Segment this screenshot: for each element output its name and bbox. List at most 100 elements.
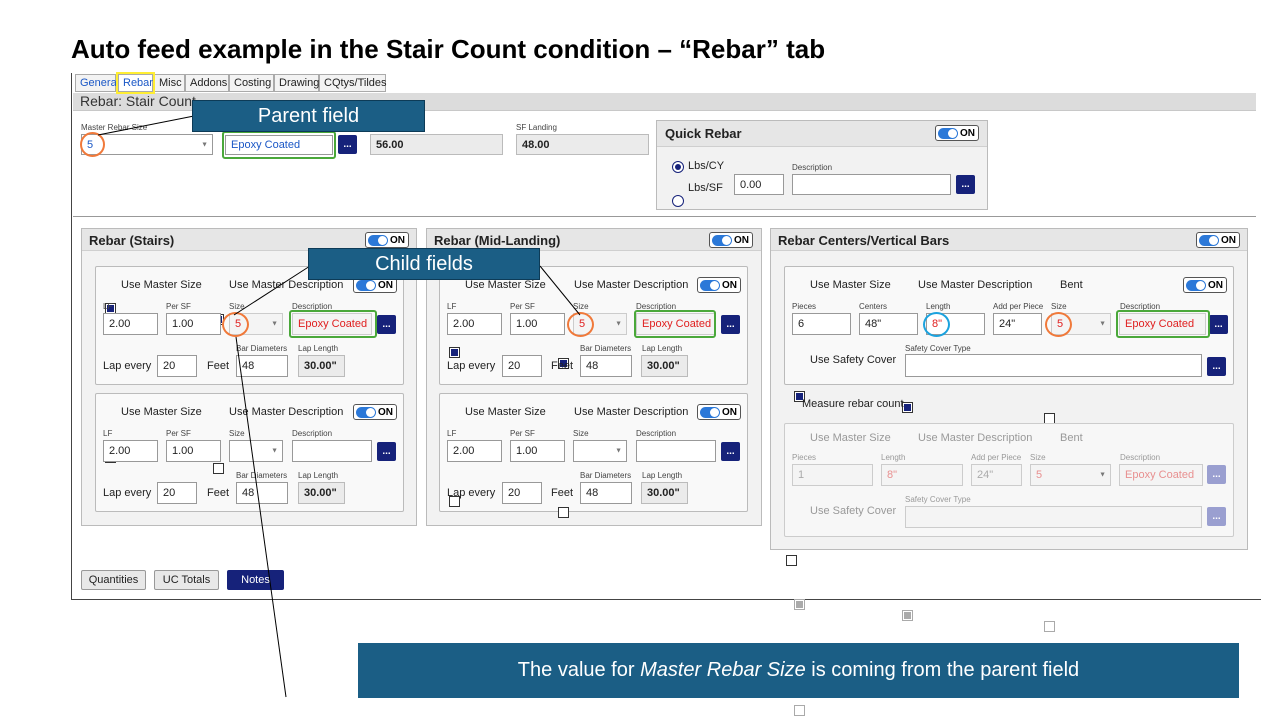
centers-g2-use-safety-cover-label: Use Safety Cover [810, 505, 897, 517]
stairs-g2-lookup-button[interactable]: ... [377, 442, 396, 461]
stairs-g2-use-master-description-checkbox[interactable] [213, 463, 224, 474]
tab-costing[interactable]: Costing [229, 74, 274, 92]
stairs-g1-lf-field[interactable]: 2.00 [103, 313, 158, 335]
rebar-mid-landing-toggle[interactable]: ON [709, 232, 753, 248]
stairs-g1-lookup-button[interactable]: ... [377, 315, 396, 334]
pieces-label: Pieces [792, 453, 817, 462]
stairs-g1-use-master-size-label: Use Master Size [121, 279, 202, 291]
centers-g1-toggle[interactable]: ON [1183, 277, 1227, 293]
lap-every-label: Lap every [447, 487, 496, 499]
stairs-g1-bar-diameters-field[interactable]: 48 [236, 355, 288, 377]
length-label: Length [926, 302, 951, 311]
centers-g1-safety-cover-type-field[interactable] [905, 354, 1202, 377]
quantities-button[interactable]: Quantities [81, 570, 146, 590]
centers-g1-lookup-button[interactable]: ... [1209, 315, 1228, 334]
mid-g1-bar-diameters-field[interactable]: 48 [580, 355, 632, 377]
toggle-switch-icon [700, 406, 720, 418]
centers-g2-add-per-piece-field[interactable]: 24" [971, 464, 1022, 486]
rebar-stairs-toggle[interactable]: ON [365, 232, 409, 248]
centers-g1-bent-label: Bent [1060, 279, 1083, 291]
lbs-sf-radio[interactable] [672, 195, 684, 207]
add-per-piece-label: Add per Piece [971, 453, 1022, 462]
tab-rebar[interactable]: Rebar [116, 72, 155, 94]
uc-totals-button[interactable]: UC Totals [154, 570, 219, 590]
mid-g2-lf-field[interactable]: 2.00 [447, 440, 502, 462]
centers-g2-bent-label: Bent [1060, 432, 1083, 444]
mid-g2-description-field[interactable] [636, 440, 716, 462]
centers-g2-use-master-size-checkbox[interactable] [794, 599, 805, 610]
master-description-lookup-button[interactable]: ... [338, 135, 357, 154]
centers-g1-centers-field[interactable]: 48" [859, 313, 918, 335]
mid-g1-lf-field[interactable]: 2.00 [447, 313, 502, 335]
centers-g2-length-field[interactable]: 8" [881, 464, 963, 486]
centers-g2-lookup-button[interactable]: ... [1207, 465, 1226, 484]
stairs-g2-size-select[interactable]: ▼ [229, 440, 283, 462]
tab-cqtys-tildes[interactable]: CQtys/Tildes [319, 74, 387, 92]
mid-g1-use-master-description-label: Use Master Description [574, 279, 689, 291]
mid-g2-use-master-description-checkbox[interactable] [558, 507, 569, 518]
mid-g2-lookup-button[interactable]: ... [721, 442, 740, 461]
centers-g2-size-select[interactable]: 5 ▼ [1030, 464, 1111, 486]
tab-drawing[interactable]: Drawing [274, 74, 319, 92]
centers-g2-description-field[interactable]: Epoxy Coated [1119, 464, 1203, 486]
stairs-g2-toggle[interactable]: ON [353, 404, 397, 420]
add-per-piece-label: Add per Piece [993, 302, 1044, 311]
slide-title: Auto feed example in the Stair Count con… [71, 34, 826, 64]
mid-g1-lap-every-field[interactable]: 20 [502, 355, 542, 377]
tab-misc[interactable]: Misc [154, 74, 185, 92]
centers-g1-pieces-field[interactable]: 6 [792, 313, 851, 335]
centers-g2-use-master-size-label: Use Master Size [810, 432, 891, 444]
mid-g1-lookup-button[interactable]: ... [721, 315, 740, 334]
chevron-down-icon: ▼ [615, 447, 622, 455]
mid-g2-bar-diameters-field[interactable]: 48 [580, 482, 632, 504]
quick-rebar-description-field[interactable] [792, 174, 951, 195]
centers-g1-use-master-description-checkbox[interactable] [902, 402, 913, 413]
stairs-g2-lf-field[interactable]: 2.00 [103, 440, 158, 462]
measure-rebar-count-checkbox[interactable] [786, 555, 797, 566]
mid-g1-toggle[interactable]: ON [697, 277, 741, 293]
notes-button[interactable]: Notes [227, 570, 284, 590]
lap-length-label: Lap Length [642, 344, 683, 353]
mid-g2-use-master-description-label: Use Master Description [574, 406, 689, 418]
quick-rebar-lookup-button[interactable]: ... [956, 175, 975, 194]
mid-g2-lap-length-field: 30.00" [641, 482, 688, 504]
stairs-g1-per-sf-field[interactable]: 1.00 [166, 313, 221, 335]
mid-g2-size-select[interactable]: ▼ [573, 440, 627, 462]
centers-label: Centers [859, 302, 888, 311]
stairs-g2-per-sf-field[interactable]: 1.00 [166, 440, 221, 462]
stairs-g2-lap-every-field[interactable]: 20 [157, 482, 197, 504]
lap-length-label: Lap Length [298, 344, 339, 353]
centers-g2-pieces-field[interactable]: 1 [792, 464, 873, 486]
stairs-g2-description-field[interactable] [292, 440, 372, 462]
tab-addons[interactable]: Addons [185, 74, 229, 92]
bar-diameters-label: Bar Diameters [236, 344, 288, 353]
lap-length-label: Lap Length [642, 471, 683, 480]
stairs-g1-lap-every-field[interactable]: 20 [157, 355, 197, 377]
tab-general[interactable]: General [75, 74, 119, 92]
quick-rebar-value-field[interactable]: 0.00 [734, 174, 784, 195]
stairs-g1-lap-length-field: 30.00" [298, 355, 345, 377]
stairs-g2-bar-diameters-field[interactable]: 48 [236, 482, 288, 504]
centers-g2-safety-cover-lookup-button[interactable]: ... [1207, 507, 1226, 526]
rebar-centers-toggle[interactable]: ON [1196, 232, 1240, 248]
safety-cover-type-label: Safety Cover Type [905, 344, 971, 353]
centers-g2-use-master-description-checkbox[interactable] [902, 610, 913, 621]
centers-g2-safety-cover-type-field[interactable] [905, 506, 1202, 528]
mid-g1-use-master-size-checkbox[interactable] [449, 347, 460, 358]
mid-child-size-highlight [567, 312, 594, 337]
centers-g1-safety-cover-lookup-button[interactable]: ... [1207, 357, 1226, 376]
mid-g2-lap-every-field[interactable]: 20 [502, 482, 542, 504]
bar-diameters-label: Bar Diameters [580, 471, 632, 480]
centers-g2-use-safety-cover-checkbox[interactable] [794, 705, 805, 716]
mid-g1-per-sf-field[interactable]: 1.00 [510, 313, 565, 335]
mid-g2-use-master-size-label: Use Master Size [465, 406, 546, 418]
quick-rebar-toggle[interactable]: ON [935, 125, 979, 141]
mid-g2-per-sf-field[interactable]: 1.00 [510, 440, 565, 462]
stairs-child-size-highlight [222, 312, 249, 337]
centers-g2-bent-checkbox[interactable] [1044, 621, 1055, 632]
centers-g1-add-per-piece-field[interactable]: 24" [993, 313, 1042, 335]
mid-g2-toggle[interactable]: ON [697, 404, 741, 420]
lbs-cy-radio[interactable] [672, 161, 684, 173]
sf-landing-label: SF Landing [516, 123, 557, 132]
centers-g2-size-value: 5 [1036, 469, 1043, 481]
